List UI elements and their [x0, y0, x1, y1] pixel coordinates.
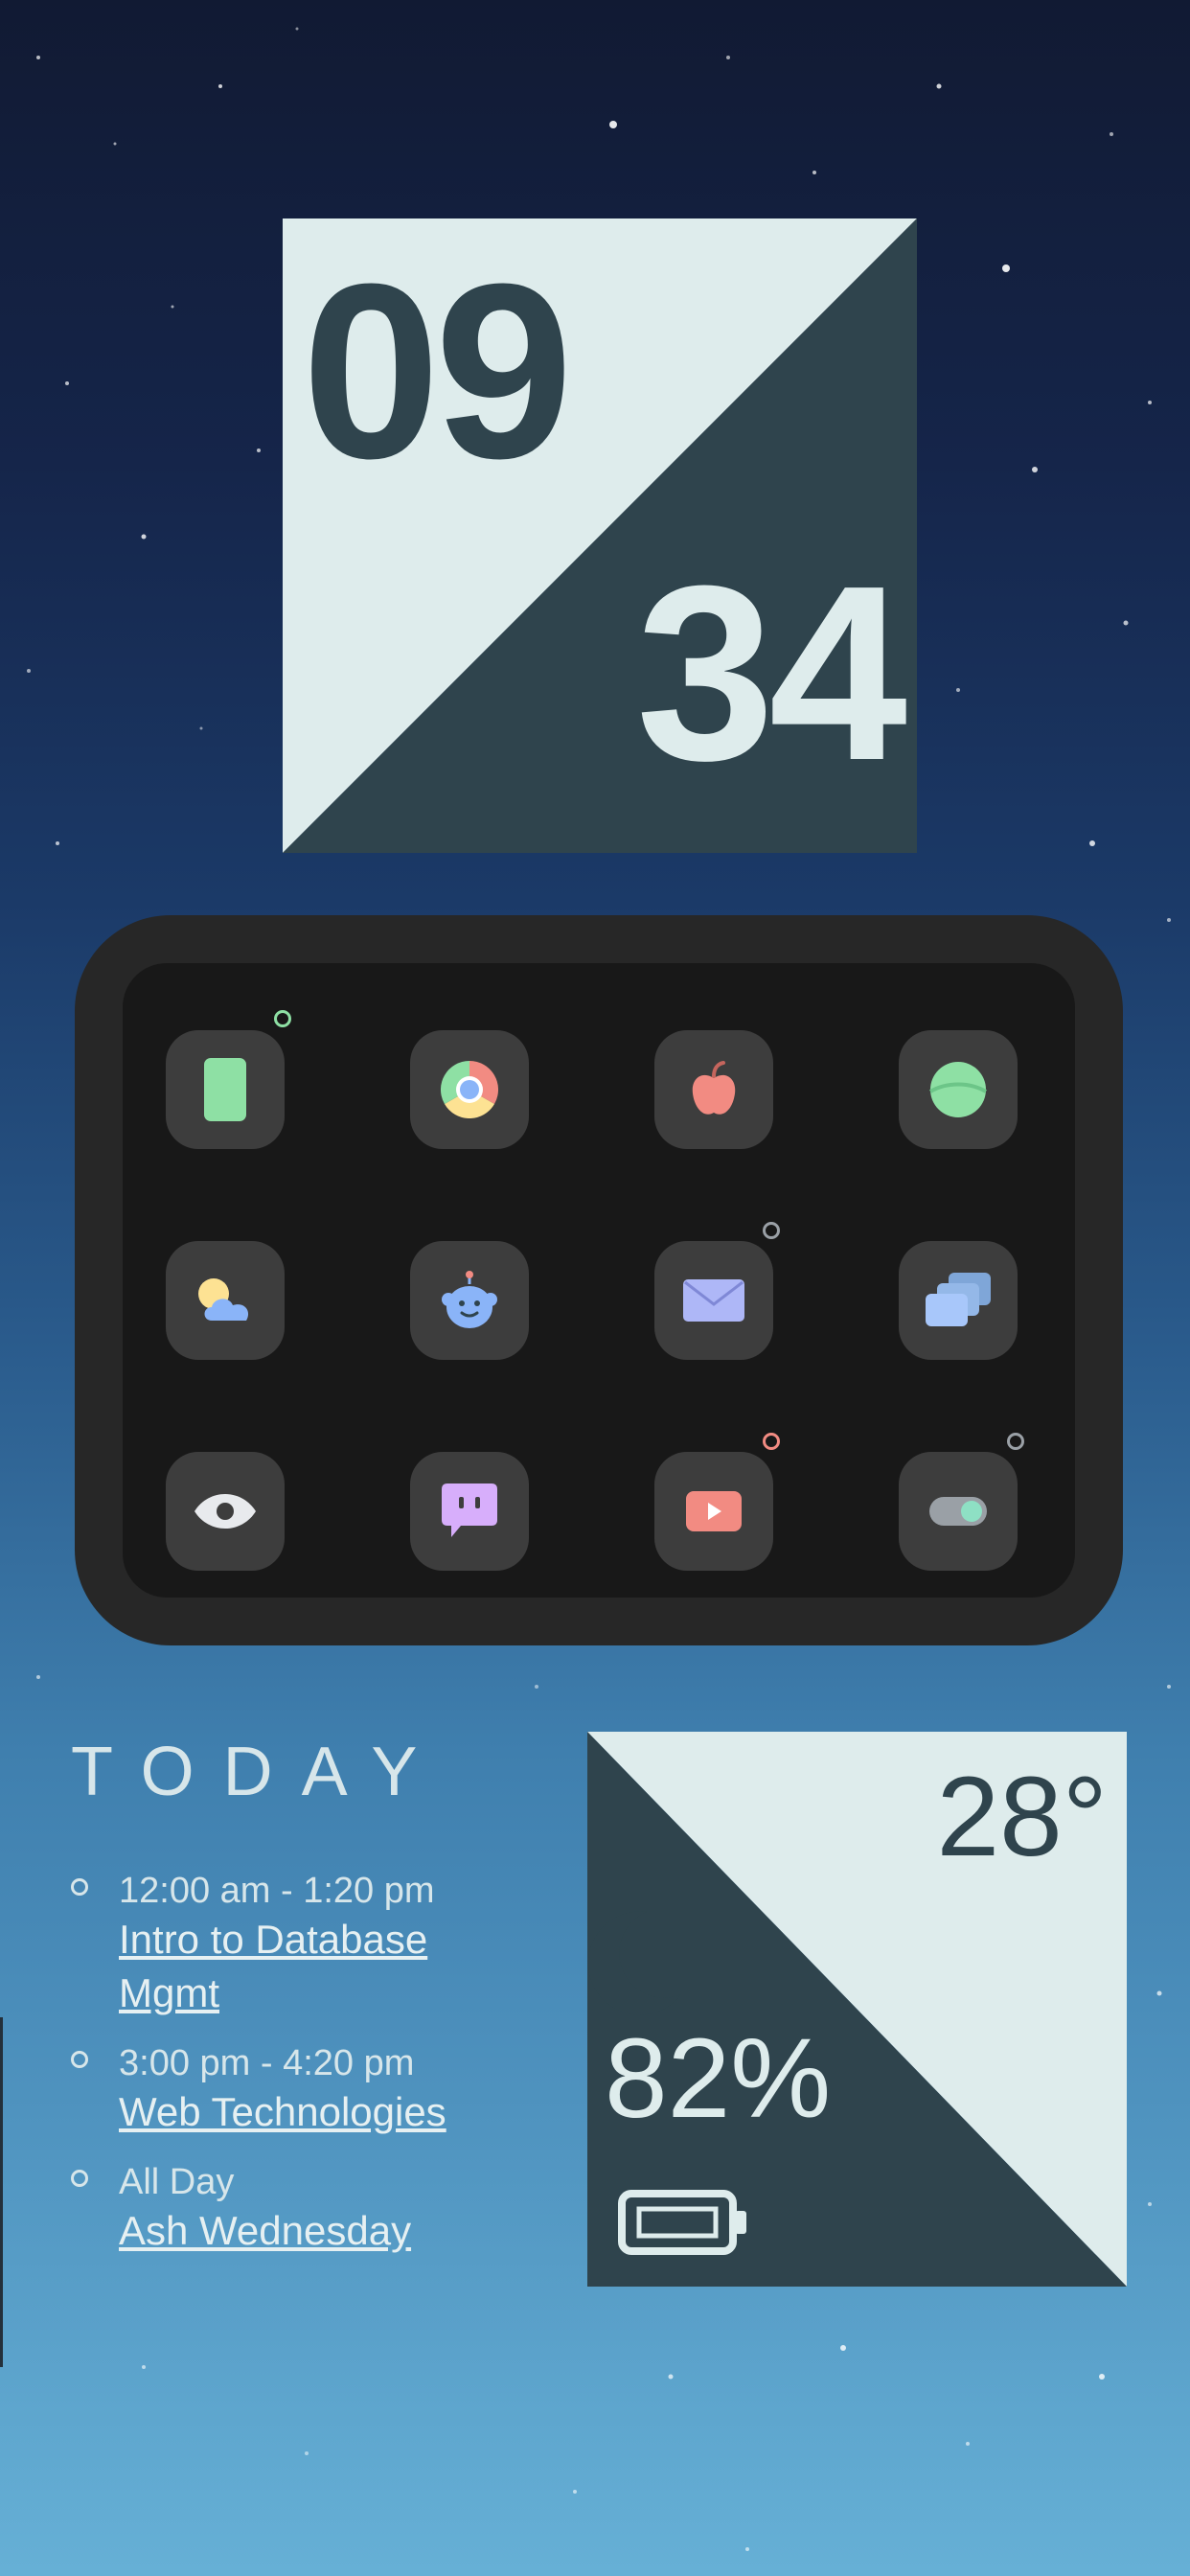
- notification-badge: [274, 1010, 291, 1027]
- battery-percentage: 82%: [605, 2015, 832, 2142]
- app-drawer-widget: [75, 915, 1123, 1645]
- temperature-readout: 28°: [936, 1754, 1108, 1880]
- phone-app-button[interactable]: [166, 1030, 285, 1149]
- event-time: All Day: [119, 2162, 235, 2202]
- weather-icon: [198, 1278, 249, 1321]
- apple-app-button[interactable]: [654, 1030, 773, 1149]
- toggle-icon: [929, 1497, 987, 1526]
- eye-icon: [195, 1494, 256, 1529]
- battery-icon: [618, 2190, 746, 2255]
- toggle-app-button[interactable]: [899, 1452, 1018, 1571]
- chrome-icon: [441, 1061, 498, 1118]
- notification-badge: [763, 1433, 780, 1450]
- bullet-icon: [71, 1878, 88, 1896]
- notification-badge: [1007, 1433, 1024, 1450]
- agenda-title: TODAY: [71, 1734, 446, 1810]
- agenda-list: 12:00 am - 1:20 pm Intro to Database Mgm…: [71, 1869, 531, 2279]
- agenda-event: All Day Ash Wednesday: [71, 2160, 531, 2258]
- robot-icon: [442, 1271, 497, 1328]
- agenda-event: 3:00 pm - 4:20 pm Web Technologies: [71, 2041, 531, 2139]
- app-grid: [123, 963, 1075, 1598]
- weather-battery-widget: 28° 82%: [587, 1732, 1127, 2287]
- bullet-icon: [71, 2170, 88, 2187]
- chat-app-button[interactable]: [410, 1452, 529, 1571]
- bullet-icon: [71, 2051, 88, 2068]
- mail-app-button[interactable]: [654, 1241, 773, 1360]
- chat-icon: [442, 1484, 497, 1537]
- clock-widget: 09 34: [283, 218, 917, 853]
- moon-icon: [587, 1911, 681, 2015]
- mail-icon: [683, 1279, 744, 1322]
- event-title-link[interactable]: Web Technologies: [119, 2085, 531, 2139]
- weather-app-button[interactable]: [166, 1241, 285, 1360]
- video-app-button[interactable]: [654, 1452, 773, 1571]
- notification-badge: [763, 1222, 780, 1239]
- event-time: 3:00 pm - 4:20 pm: [119, 2043, 415, 2083]
- eye-app-button[interactable]: [166, 1452, 285, 1571]
- apple-icon: [692, 1061, 736, 1115]
- event-title-link[interactable]: Intro to Database Mgmt: [119, 1913, 531, 2020]
- robot-app-button[interactable]: [410, 1241, 529, 1360]
- circle-app-icon: [929, 1062, 987, 1117]
- chrome-app-button[interactable]: [410, 1030, 529, 1149]
- event-time: 12:00 am - 1:20 pm: [119, 1871, 435, 1911]
- phone-icon: [204, 1058, 246, 1121]
- video-icon: [686, 1491, 742, 1531]
- circle-app-button[interactable]: [899, 1030, 1018, 1149]
- edge-handle[interactable]: [0, 2017, 3, 2367]
- windows-icon: [926, 1273, 991, 1326]
- clock-hours: 09: [302, 233, 573, 511]
- event-title-link[interactable]: Ash Wednesday: [119, 2204, 531, 2258]
- agenda-event: 12:00 am - 1:20 pm Intro to Database Mgm…: [71, 1869, 531, 2020]
- clock-minutes: 34: [635, 535, 907, 813]
- windows-app-button[interactable]: [899, 1241, 1018, 1360]
